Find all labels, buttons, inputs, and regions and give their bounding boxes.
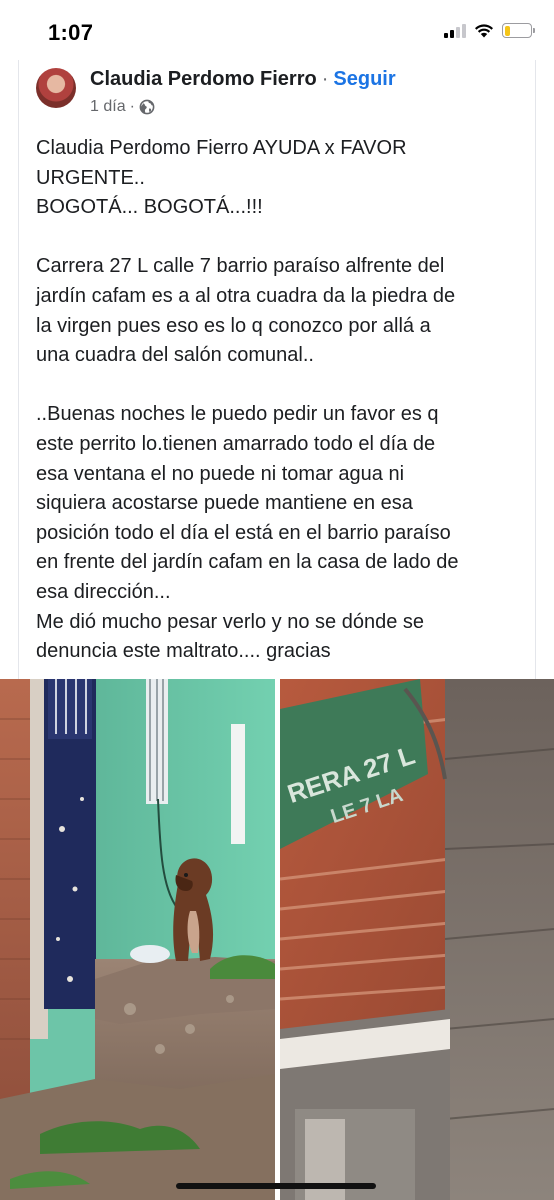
post-text: Claudia Perdomo Fierro AYUDA x FAVOR URGE… [36, 134, 531, 667]
wifi-icon [475, 24, 493, 38]
battery-icon [502, 23, 535, 38]
post-text-line: ..Buenas noches le puedo pedir un favor … [36, 403, 439, 426]
dog [173, 858, 214, 961]
post-text-line: Me dió mucho pesar verlo y no se dónde s… [36, 610, 424, 633]
post-text-line: esa dirección... [36, 580, 171, 603]
post-text-line: posición todo el día el está en el barri… [36, 521, 451, 544]
status-icons [444, 23, 535, 38]
post-text-line: URGENTE.. [36, 166, 145, 189]
signal-icon [444, 23, 466, 38]
dog-photo-image [0, 679, 275, 1200]
post-text-line: jardín cafam es a al otra cuadra da la p… [36, 284, 456, 307]
separator: · [321, 68, 329, 90]
post-text-line: esa ventana el no puede ni tomar agua ni [36, 462, 405, 485]
post-text-line: una cuadra del salón comunal.. [36, 344, 314, 367]
post-text-line [36, 371, 531, 401]
post-card: Claudia Perdomo Fierro · Seguir 1 día · Cl… [18, 60, 536, 680]
status-bar: 1:07 [0, 0, 554, 62]
post-text-line: la virgen pues eso es lo q conozco por a… [36, 314, 431, 337]
photo-dog[interactable] [0, 679, 275, 1200]
post-text-line: Carrera 27 L calle 7 barrio paraíso alfr… [36, 255, 445, 278]
post-text-line [36, 223, 531, 253]
post-meta: 1 día · [90, 98, 155, 116]
post-text-line: BOGOTÁ... BOGOTÁ...!!! [36, 196, 263, 219]
street-sign-photo-image: RERA 27 L LE 7 LA [280, 679, 554, 1200]
author-name[interactable]: Claudia Perdomo Fierro [90, 68, 317, 90]
post-text-line: este perrito lo.tienen amarrado todo el … [36, 432, 436, 455]
follow-button[interactable]: Seguir [333, 68, 395, 90]
photo-street-sign[interactable]: RERA 27 L LE 7 LA [280, 679, 554, 1200]
post-text-line: Claudia Perdomo Fierro AYUDA x FAVOR [36, 137, 407, 159]
post-time[interactable]: 1 día [90, 98, 126, 116]
meta-dot: · [129, 98, 135, 115]
author-avatar[interactable] [36, 68, 76, 108]
post-text-line: en frente del jardín cafam en la casa de… [36, 551, 459, 574]
globe-icon [139, 99, 155, 115]
post-text-line: siquiera acostarse puede mantiene en esa [36, 492, 413, 515]
post-text-line: denuncia este maltrato.... gracias [36, 640, 331, 663]
battery-level [504, 25, 510, 36]
home-indicator[interactable] [176, 1183, 376, 1189]
status-time: 1:07 [48, 20, 94, 45]
post-header: Claudia Perdomo Fierro · Seguir [90, 68, 396, 91]
